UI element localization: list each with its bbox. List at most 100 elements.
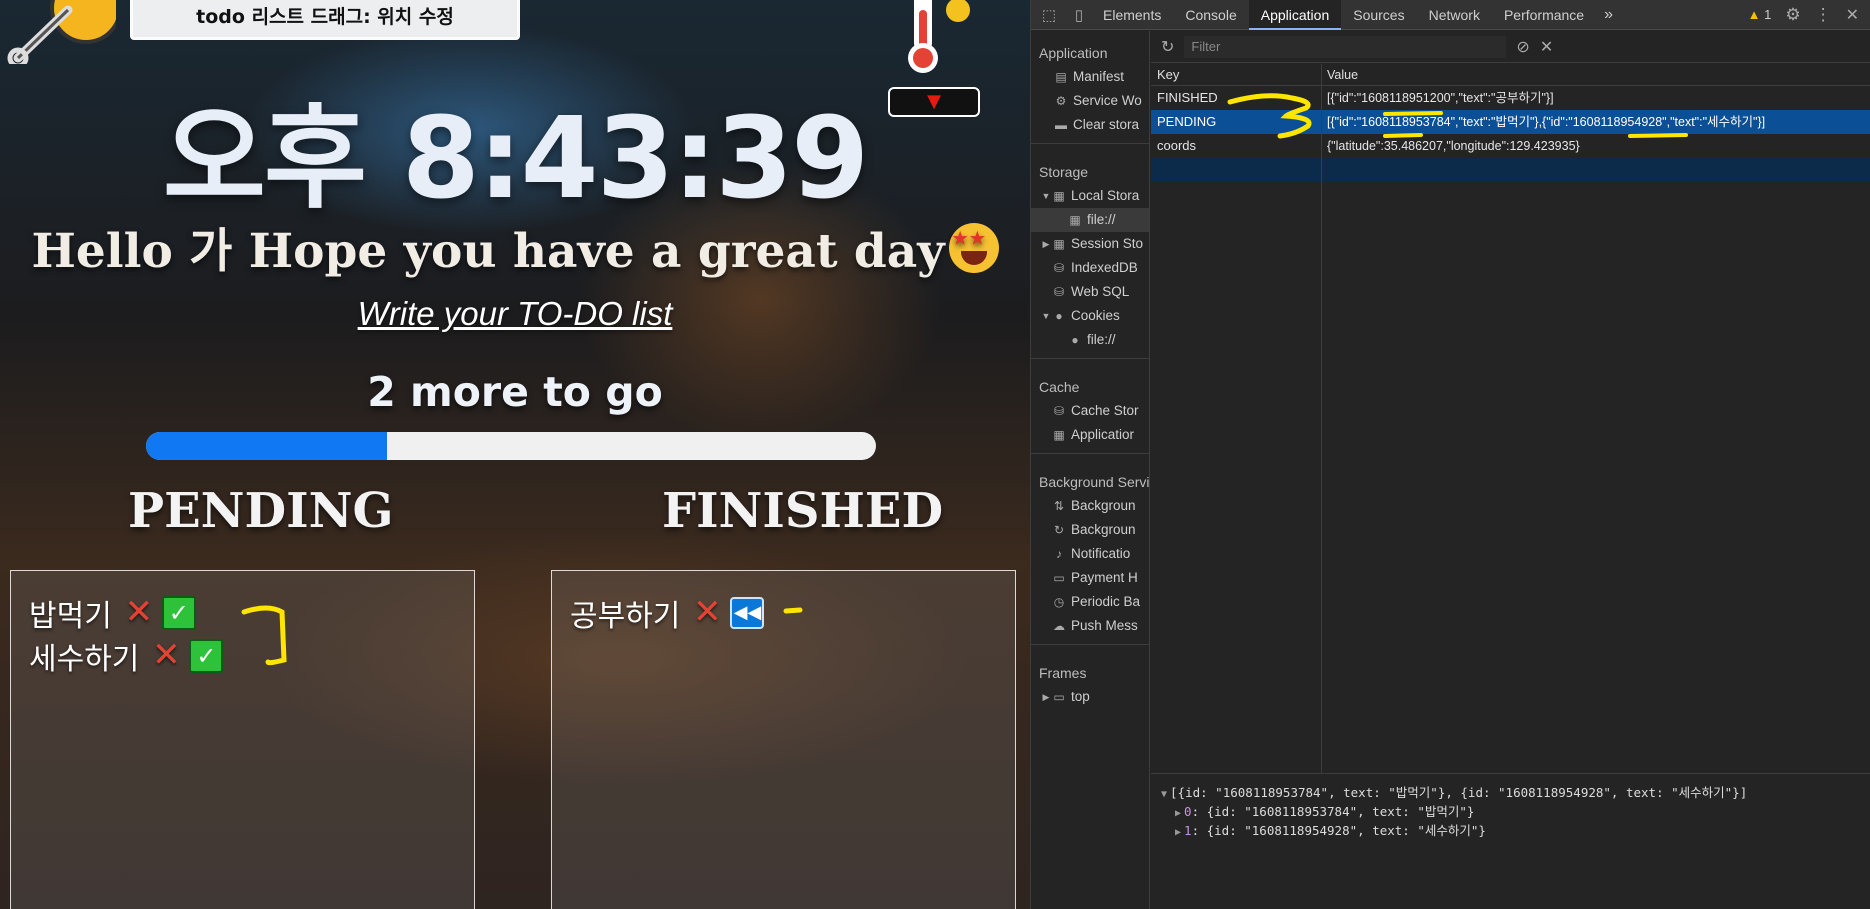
sidebar-item-background-sync[interactable]: ↻ Backgroun (1031, 518, 1149, 542)
delete-selected-icon[interactable]: ✕ (1540, 37, 1553, 57)
sidebar-item-push-messaging[interactable]: ☁ Push Mess (1031, 614, 1149, 638)
collapse-triangle-icon[interactable]: ▶ (1175, 808, 1181, 819)
sidebar-item-label: Session Sto (1071, 236, 1144, 251)
tab-application[interactable]: Application (1248, 0, 1342, 30)
refresh-icon[interactable]: ↻ (1161, 37, 1174, 57)
table-row[interactable]: coords {"latitude":35.486207,"longitude"… (1151, 134, 1870, 158)
table-header: Key Value (1151, 64, 1870, 86)
sidebar-item-cookie-file[interactable]: ● file:// (1031, 328, 1149, 352)
sidebar-item-indexeddb[interactable]: ⛁ IndexedDB (1031, 256, 1149, 280)
expand-triangle-icon[interactable]: ▼ (1161, 789, 1167, 800)
warning-indicator[interactable]: ▲ 1 (1748, 7, 1772, 22)
sidebar-item-local-file[interactable]: ▦ file:// (1031, 208, 1149, 232)
kebab-menu-icon[interactable]: ⋮ (1815, 5, 1832, 25)
sidebar-item-websql[interactable]: ⛁ Web SQL (1031, 280, 1149, 304)
sidebar-item-session-storage[interactable]: ▶ ▦ Session Sto (1031, 232, 1149, 256)
finished-heading: FINISHED (662, 483, 944, 539)
sidebar-item-label: Periodic Ba (1071, 594, 1141, 609)
device-toolbar-icon[interactable]: ▯ (1067, 3, 1091, 27)
sidebar-item-label: Applicatior (1071, 427, 1135, 442)
preview-summary[interactable]: ▼ [{id: "1608118953784", text: "밥먹기"}, {i… (1161, 783, 1861, 802)
sidebar-item-label: Backgroun (1071, 498, 1136, 513)
tab-console[interactable]: Console (1173, 0, 1248, 30)
divider (1031, 143, 1149, 144)
expand-triangle-icon[interactable]: ▼ (1041, 304, 1051, 328)
sidebar-item-clear-storage[interactable]: ▬ Clear stora (1031, 113, 1149, 137)
warning-icon: ▲ (1747, 7, 1761, 22)
todo-text: 밥먹기 (29, 598, 112, 634)
sidebar-item-label: top (1071, 689, 1090, 704)
greeting-text: Hello 가 Hope you have a great day (31, 224, 945, 279)
sidebar-item-background-fetch[interactable]: ⇅ Backgroun (1031, 494, 1149, 518)
more-tabs-button[interactable]: » (1596, 6, 1621, 24)
clear-all-icon[interactable]: ⊘ (1516, 37, 1529, 57)
table-row-empty[interactable] (1151, 158, 1870, 182)
sidebar-item-label: Local Stora (1071, 188, 1140, 203)
sidebar-item-label: Notificatio (1071, 546, 1131, 561)
sidebar-item-label: Service Wo (1073, 93, 1142, 108)
warning-count: 1 (1764, 7, 1772, 22)
entry-value: {id: "1608118953784", text: "밥먹기"} (1206, 804, 1475, 819)
table-row[interactable]: FINISHED [{"id":"1608118951200","text":"… (1151, 86, 1870, 110)
frame-icon: ▭ (1053, 690, 1065, 704)
list-item[interactable]: 밥먹기 ✕ ✓ (29, 591, 456, 634)
database-icon: ⛁ (1053, 285, 1065, 299)
inspect-element-icon[interactable]: ⬚ (1037, 3, 1061, 27)
preview-entry[interactable]: ▶ 0: {id: "1608118953784", text: "밥먹기"} (1161, 802, 1861, 821)
clock: 오후 8:43:39 (162, 94, 869, 224)
sidebar-item-label: Cookies (1071, 308, 1120, 323)
gear-icon: ⚙ (1055, 94, 1067, 108)
sidebar-item-periodic-sync[interactable]: ◷ Periodic Ba (1031, 590, 1149, 614)
list-item[interactable]: 공부하기 ✕ ◀◀ (570, 591, 997, 634)
sidebar-item-application-cache[interactable]: ▦ Applicatior (1031, 423, 1149, 447)
collapse-triangle-icon[interactable]: ▶ (1041, 232, 1051, 256)
sidebar-item-cache-storage[interactable]: ⛁ Cache Stor (1031, 399, 1149, 423)
delete-button[interactable]: ✕ (690, 595, 724, 630)
finished-list[interactable]: 공부하기 ✕ ◀◀ (551, 570, 1016, 909)
key-column-header[interactable]: Key (1151, 64, 1321, 85)
collapse-triangle-icon[interactable]: ▶ (1041, 685, 1051, 709)
star-struck-emoji-icon (948, 223, 999, 273)
list-item[interactable]: 세수하기 ✕ ✓ (29, 634, 456, 677)
tab-network[interactable]: Network (1417, 0, 1492, 30)
sidebar-item-label: Web SQL (1071, 284, 1130, 299)
close-icon[interactable]: ✕ (1846, 5, 1859, 25)
database-icon: ⛁ (1053, 261, 1065, 275)
write-todo-link[interactable]: Write your TO-DO list (0, 295, 1030, 333)
row-key: FINISHED (1157, 90, 1218, 105)
complete-button[interactable]: ✓ (161, 595, 196, 630)
sidebar-item-label: IndexedDB (1071, 260, 1138, 275)
section-background-services: Background Servi (1039, 474, 1150, 490)
table-row[interactable]: PENDING [{"id":"1608118953784","text":"밥… (1151, 110, 1870, 134)
complete-button[interactable]: ✓ (189, 638, 224, 673)
delete-button[interactable]: ✕ (149, 638, 183, 673)
sidebar-item-local-storage[interactable]: ▼ ▦ Local Stora (1031, 184, 1149, 208)
database-icon: ⛁ (1053, 404, 1065, 418)
sidebar-item-frame-top[interactable]: ▶ ▭ top (1031, 685, 1149, 709)
divider (1031, 644, 1149, 645)
sidebar-item-cookies[interactable]: ▼ ● Cookies (1031, 304, 1149, 328)
settings-gear-icon[interactable]: ⚙ (1785, 5, 1800, 25)
collapse-triangle-icon[interactable]: ▶ (1175, 827, 1181, 838)
tab-elements[interactable]: Elements (1091, 0, 1173, 30)
todo-text: 공부하기 (570, 598, 681, 634)
banner-title: todo 리스트 드래그: 위치 수정 (130, 0, 520, 40)
sidebar-item-service-workers[interactable]: ⚙ Service Wo (1031, 89, 1149, 113)
devtools-tab-bar: ⬚ ▯ Elements Console Application Sources… (1031, 0, 1870, 30)
sidebar-item-notifications[interactable]: ♪ Notificatio (1031, 542, 1149, 566)
tab-sources[interactable]: Sources (1341, 0, 1416, 30)
divider (1031, 453, 1149, 454)
pending-list[interactable]: 밥먹기 ✕ ✓ 세수하기 ✕ ✓ (10, 570, 475, 909)
sidebar-item-payment-handler[interactable]: ▭ Payment H (1031, 566, 1149, 590)
filter-input[interactable] (1184, 35, 1507, 58)
expand-triangle-icon[interactable]: ▼ (1041, 184, 1051, 208)
restore-button[interactable]: ◀◀ (730, 596, 765, 629)
sidebar-item-manifest[interactable]: ▤ Manifest (1031, 65, 1149, 89)
tab-performance[interactable]: Performance (1492, 0, 1596, 30)
preview-entry[interactable]: ▶ 1: {id: "1608118954928", text: "세수하기"} (1161, 821, 1861, 840)
section-application: Application (1039, 45, 1108, 61)
value-column-header[interactable]: Value (1321, 64, 1870, 85)
sidebar-item-label: Cache Stor (1071, 403, 1139, 418)
delete-button[interactable]: ✕ (122, 595, 156, 630)
up-down-arrows-icon: ⇅ (1053, 499, 1065, 513)
